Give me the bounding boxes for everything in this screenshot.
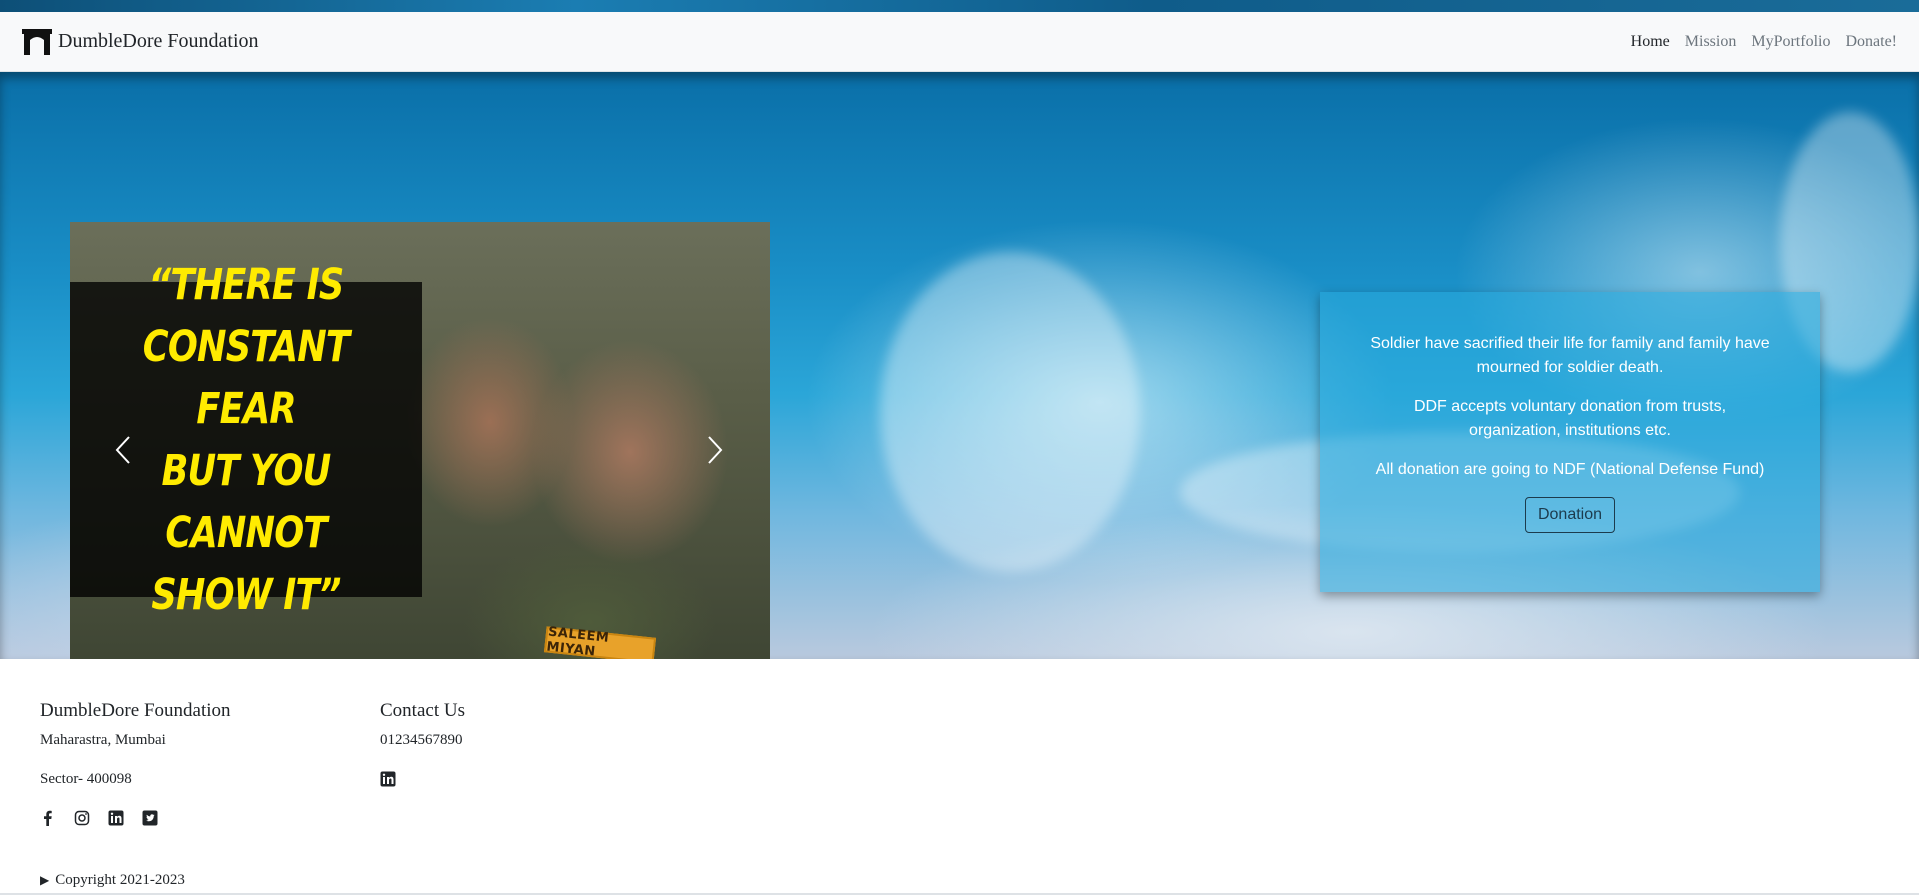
footer-address-line1: Maharastra, Mumbai: [40, 732, 166, 748]
nav-home[interactable]: Home: [1631, 33, 1670, 51]
donation-button[interactable]: Donation: [1524, 497, 1616, 533]
footer: DumbleDore Foundation Maharastra, Mumbai…: [0, 659, 1919, 895]
contact-social-row: [380, 771, 465, 787]
footer-social-row: [40, 810, 231, 826]
caret-right-icon: ▶: [40, 873, 50, 887]
donation-info-card: Soldier have sacrified their life for fa…: [1320, 292, 1820, 592]
copyright-text: Copyright 2021-2023: [55, 872, 185, 888]
nav-links: Home Mission MyPortfolio Donate!: [1631, 33, 1897, 51]
facebook-icon[interactable]: [40, 810, 56, 826]
footer-brand: DumbleDore Foundation: [40, 700, 231, 721]
carousel: “THERE IS CONSTANT FEAR BUT YOU CANNOT S…: [70, 222, 770, 659]
footer-about: DumbleDore Foundation Maharastra, Mumbai…: [40, 700, 231, 826]
carousel-next-button[interactable]: [700, 430, 730, 470]
nav-donate[interactable]: Donate!: [1845, 33, 1897, 51]
info-paragraph: DDF accepts voluntary donation from trus…: [1413, 398, 1727, 439]
contact-phone: 01234567890: [380, 732, 463, 748]
top-strip: [0, 0, 1919, 12]
prev-chevron-icon: [115, 436, 130, 464]
nav-myportfolio[interactable]: MyPortfolio: [1751, 33, 1830, 51]
brand[interactable]: DumbleDore Foundation: [22, 28, 259, 55]
footer-address-line2: Sector- 400098: [40, 771, 132, 787]
instagram-icon[interactable]: [74, 810, 90, 826]
name-badge: SALEEM MIYAN: [543, 625, 657, 659]
copyright-toggle[interactable]: ▶ Copyright 2021-2023: [40, 872, 185, 889]
nav-mission[interactable]: Mission: [1685, 33, 1737, 51]
navbar: DumbleDore Foundation Home Mission MyPor…: [0, 12, 1919, 72]
info-paragraph: Soldier have sacrified their life for fa…: [1370, 335, 1770, 376]
slide-quote: “THERE IS CONSTANT FEAR BUT YOU CANNOT S…: [142, 259, 350, 620]
twitter-icon[interactable]: [142, 810, 158, 826]
brand-name: DumbleDore Foundation: [58, 30, 259, 52]
hero-section: “THERE IS CONSTANT FEAR BUT YOU CANNOT S…: [0, 72, 1919, 659]
wave-foam: [880, 252, 1140, 572]
carousel-prev-button[interactable]: [108, 430, 138, 470]
contact-heading: Contact Us: [380, 700, 465, 721]
linkedin-icon[interactable]: [108, 810, 124, 826]
brand-logo-icon: [22, 28, 52, 55]
footer-contact: Contact Us 01234567890: [380, 700, 465, 787]
next-chevron-icon: [708, 436, 723, 464]
info-paragraph: All donation are going to NDF (National …: [1375, 461, 1765, 478]
linkedin-icon[interactable]: [380, 771, 396, 787]
